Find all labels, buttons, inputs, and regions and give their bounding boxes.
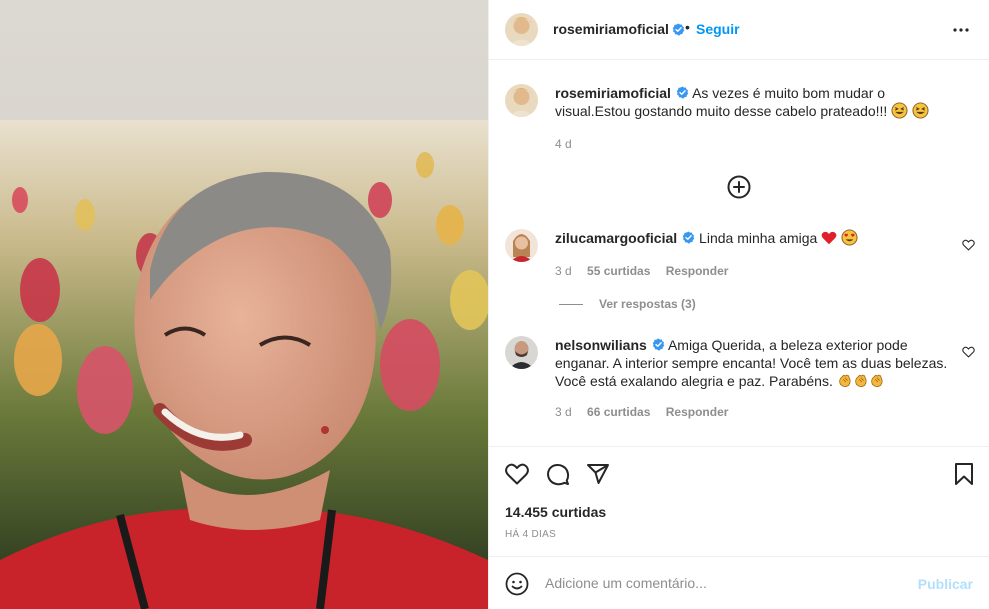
caption-age: 4 d bbox=[555, 137, 572, 151]
verified-badge-icon bbox=[652, 338, 665, 351]
view-replies-label: Ver respostas (3) bbox=[599, 297, 696, 311]
commenter-avatar[interactable] bbox=[505, 336, 538, 369]
caption-text: rosemiriamoficial As vezes é muito bom m… bbox=[555, 84, 950, 120]
author-username[interactable]: rosemiriamoficial bbox=[553, 21, 669, 37]
post-timestamp[interactable]: HÁ 4 DIAS bbox=[505, 529, 556, 540]
heart-eyes-emoji-icon bbox=[841, 229, 858, 246]
share-send-icon[interactable] bbox=[586, 463, 610, 485]
comment-username[interactable]: zilucamargooficial bbox=[555, 230, 677, 246]
post-panel: rosemiriamoficial • Seguir rosemiriamofi… bbox=[488, 0, 989, 609]
verified-badge-icon bbox=[682, 231, 695, 244]
caption-username[interactable]: rosemiriamoficial bbox=[555, 85, 671, 101]
post-photo[interactable] bbox=[0, 0, 488, 609]
comment-username[interactable]: nelsonwilians bbox=[555, 337, 647, 353]
comment-text: zilucamargooficial Linda minha amiga bbox=[555, 229, 950, 247]
comment-age: 3 d bbox=[555, 405, 572, 419]
comment-input[interactable] bbox=[545, 569, 905, 597]
clapping-hands-emoji-icon bbox=[871, 374, 883, 387]
reply-button[interactable]: Responder bbox=[666, 405, 729, 419]
red-heart-emoji-icon bbox=[821, 231, 837, 245]
comment-bubble-icon[interactable] bbox=[546, 463, 570, 487]
comment-item: nelsonwilians Amiga Querida, a beleza ex… bbox=[505, 336, 975, 419]
author-avatar[interactable] bbox=[505, 84, 538, 117]
load-more-comments-icon[interactable] bbox=[727, 175, 751, 199]
separator-dot: • bbox=[685, 19, 690, 35]
comment-item: zilucamargooficial Linda minha amiga 3 d… bbox=[505, 229, 975, 289]
comment-body: Linda minha amiga bbox=[699, 230, 818, 246]
replies-divider-line bbox=[559, 304, 583, 306]
verified-badge-icon bbox=[672, 23, 685, 36]
comment-text: nelsonwilians Amiga Querida, a beleza ex… bbox=[555, 336, 950, 390]
comment-likes[interactable]: 55 curtidas bbox=[587, 264, 650, 278]
clapping-hands-emoji-icon bbox=[839, 374, 851, 387]
like-comment-heart-icon[interactable] bbox=[962, 346, 975, 358]
post-header: rosemiriamoficial • Seguir bbox=[489, 0, 989, 60]
caption-block: rosemiriamoficial As vezes é muito bom m… bbox=[505, 84, 975, 154]
save-bookmark-icon[interactable] bbox=[954, 463, 974, 485]
grinning-squinting-emoji-icon bbox=[891, 102, 908, 119]
publish-button[interactable]: Publicar bbox=[918, 576, 973, 592]
comments-section[interactable]: rosemiriamoficial As vezes é muito bom m… bbox=[489, 61, 989, 445]
caption-meta: 4 d bbox=[555, 137, 584, 151]
like-heart-icon[interactable] bbox=[505, 463, 529, 485]
comment-likes[interactable]: 66 curtidas bbox=[587, 405, 650, 419]
like-comment-heart-icon[interactable] bbox=[962, 239, 975, 251]
grinning-squinting-emoji-icon bbox=[912, 102, 929, 119]
verified-badge-icon bbox=[676, 86, 689, 99]
add-comment-bar: Publicar bbox=[489, 556, 989, 609]
more-options-icon[interactable] bbox=[952, 22, 970, 38]
emoji-picker-icon[interactable] bbox=[505, 572, 529, 596]
comment-meta: 3 d 66 curtidas Responder bbox=[555, 405, 740, 419]
likes-count[interactable]: 14.455 curtidas bbox=[505, 504, 606, 520]
commenter-avatar[interactable] bbox=[505, 229, 538, 262]
reply-button[interactable]: Responder bbox=[666, 264, 729, 278]
comment-age: 3 d bbox=[555, 264, 572, 278]
comment-meta: 3 d 55 curtidas Responder bbox=[555, 264, 740, 278]
post-actions: 14.455 curtidas HÁ 4 DIAS bbox=[489, 446, 989, 556]
view-replies-button[interactable]: Ver respostas (3) bbox=[559, 297, 696, 311]
follow-button[interactable]: Seguir bbox=[696, 21, 740, 37]
author-avatar[interactable] bbox=[505, 13, 538, 46]
clapping-hands-emoji-icon bbox=[855, 374, 867, 387]
